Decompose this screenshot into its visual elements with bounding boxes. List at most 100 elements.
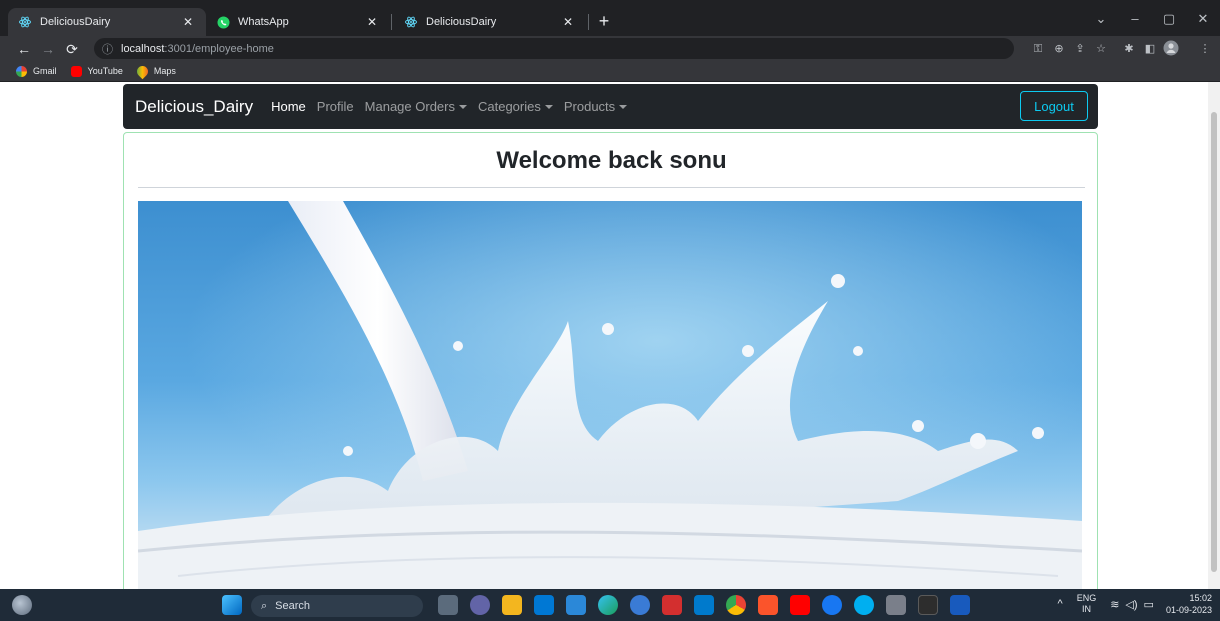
- battery-icon[interactable]: ▭: [1144, 598, 1154, 611]
- bookmark-gmail[interactable]: Gmail: [16, 65, 57, 77]
- page-scrollbar[interactable]: [1208, 82, 1220, 589]
- nav-profile[interactable]: Profile: [317, 99, 354, 114]
- youtube-icon: [70, 65, 82, 77]
- reload-icon[interactable]: ⟳: [62, 39, 82, 59]
- app-icon[interactable]: [630, 595, 650, 615]
- caret-down-icon: [619, 104, 628, 109]
- browser-toolbar: ← → ⟳ ⓘ localhost :3001/employee-home ⚿ …: [0, 36, 1220, 61]
- windows-taskbar: ⌕ Search ^ ENG IN ≋ ◁) ▭ 15:02 01-09-202…: [0, 589, 1220, 621]
- tab-deliciousdairy[interactable]: DeliciousDairy ✕: [8, 8, 206, 36]
- word-icon[interactable]: [950, 595, 970, 615]
- maximize-icon[interactable]: ▢: [1154, 10, 1184, 28]
- facebook-icon[interactable]: [822, 595, 842, 615]
- bookmark-label: Gmail: [33, 66, 57, 76]
- caret-down-icon: [458, 104, 467, 109]
- sidepanel-icon[interactable]: ◧: [1141, 40, 1159, 58]
- search-icon: ⌕: [261, 599, 268, 612]
- nav-products[interactable]: Products: [563, 99, 628, 114]
- tab-title: DeliciousDairy: [426, 16, 497, 28]
- divider: [138, 187, 1085, 188]
- tab-title: WhatsApp: [238, 16, 289, 28]
- tab-whatsapp[interactable]: WhatsApp ✕: [206, 8, 390, 36]
- nav-products-label: Products: [563, 99, 616, 114]
- brand-logo[interactable]: Delicious_Dairy: [135, 97, 253, 117]
- bookmark-star-icon[interactable]: ☆: [1092, 40, 1110, 58]
- nav-manage-orders-label: Manage Orders: [364, 99, 455, 114]
- file-explorer-icon[interactable]: [502, 595, 522, 615]
- react-icon: [404, 15, 418, 29]
- weather-icon[interactable]: [12, 595, 32, 615]
- close-icon[interactable]: ✕: [364, 14, 380, 30]
- new-tab-button[interactable]: +: [594, 12, 614, 32]
- tab-separator: [588, 14, 589, 30]
- tab-separator: [391, 14, 392, 30]
- system-tray: ^ ENG IN ≋ ◁) ▭ 15:02 01-09-2023: [1058, 592, 1212, 616]
- teams-icon[interactable]: [470, 595, 490, 615]
- minimize-icon[interactable]: –: [1120, 10, 1150, 28]
- url-path: :3001/employee-home: [164, 42, 274, 55]
- nav-categories-label: Categories: [477, 99, 541, 114]
- logout-button[interactable]: Logout: [1020, 91, 1088, 121]
- close-icon[interactable]: ✕: [560, 14, 576, 30]
- tab-title: DeliciousDairy: [40, 16, 111, 28]
- welcome-card: Welcome back sonu: [123, 132, 1098, 589]
- language-bottom: IN: [1081, 604, 1091, 614]
- bookmark-label: Maps: [153, 66, 176, 76]
- taskbar-search[interactable]: ⌕ Search: [251, 595, 423, 617]
- wifi-icon[interactable]: ≋: [1110, 598, 1119, 611]
- bookmark-label: YouTube: [87, 66, 123, 76]
- share-icon[interactable]: ⇪: [1071, 40, 1089, 58]
- page-title: Welcome back sonu: [496, 147, 727, 174]
- task-view-icon[interactable]: [438, 595, 458, 615]
- tab-search-icon[interactable]: ⌄: [1086, 10, 1116, 28]
- tab-deliciousdairy-2[interactable]: DeliciousDairy ✕: [394, 8, 586, 36]
- bookmark-maps[interactable]: Maps: [134, 63, 176, 79]
- maps-icon: [134, 63, 151, 79]
- chrome-icon[interactable]: [726, 595, 746, 615]
- back-icon[interactable]: ←: [14, 39, 34, 59]
- taskbar-search-label: Search: [275, 600, 311, 612]
- zoom-icon[interactable]: ⊕: [1050, 40, 1068, 58]
- site-info-icon[interactable]: ⓘ: [102, 41, 113, 57]
- language-indicator[interactable]: ENG IN: [1077, 593, 1097, 615]
- language-top: ENG: [1076, 593, 1097, 603]
- scrollbar-thumb[interactable]: [1211, 112, 1217, 572]
- browser-tab-strip: DeliciousDairy ✕ WhatsApp ✕ DeliciousDai…: [0, 0, 1220, 36]
- react-icon: [18, 15, 32, 29]
- window-close-icon[interactable]: ✕: [1188, 10, 1218, 28]
- nav-manage-orders[interactable]: Manage Orders: [365, 99, 467, 114]
- volume-icon[interactable]: ◁): [1125, 598, 1137, 611]
- google-icon: [16, 65, 27, 77]
- nav-categories[interactable]: Categories: [478, 99, 553, 114]
- milk-splash-image: [138, 201, 1082, 589]
- bookmark-youtube[interactable]: YouTube: [70, 65, 123, 77]
- bookmarks-bar: Gmail YouTube Maps: [0, 61, 1220, 82]
- windows-start-icon[interactable]: [222, 595, 242, 615]
- menu-icon[interactable]: ⋮: [1196, 40, 1214, 58]
- avatar[interactable]: [1162, 40, 1180, 58]
- page-viewport: Delicious_Dairy Home Profile Manage Orde…: [0, 82, 1220, 589]
- terminal-icon[interactable]: [918, 595, 938, 615]
- url-host: localhost: [121, 42, 165, 55]
- mysql-workbench-icon[interactable]: [566, 595, 586, 615]
- youtube-icon[interactable]: [790, 595, 810, 615]
- store-icon[interactable]: [534, 595, 554, 615]
- address-bar[interactable]: ⓘ localhost :3001/employee-home: [94, 38, 1014, 59]
- edge-icon[interactable]: [598, 595, 618, 615]
- brave-icon[interactable]: [758, 595, 778, 615]
- close-icon[interactable]: ✕: [180, 14, 196, 30]
- key-icon[interactable]: ⚿: [1029, 40, 1047, 58]
- forward-icon[interactable]: →: [38, 39, 58, 59]
- clock-time: 15:02: [1189, 593, 1212, 603]
- whatsapp-icon: [216, 15, 230, 29]
- extensions-icon[interactable]: ✱: [1120, 40, 1138, 58]
- eclipse-icon[interactable]: [886, 595, 906, 615]
- nav-home[interactable]: Home: [271, 99, 306, 114]
- chevron-up-icon[interactable]: ^: [1058, 598, 1063, 610]
- mcafee-icon[interactable]: [662, 595, 682, 615]
- skype-icon[interactable]: [854, 595, 874, 615]
- clock[interactable]: 15:02 01-09-2023: [1166, 592, 1212, 616]
- vscode-icon[interactable]: [694, 595, 714, 615]
- app-navbar: Delicious_Dairy Home Profile Manage Orde…: [123, 84, 1098, 129]
- clock-date: 01-09-2023: [1165, 605, 1212, 615]
